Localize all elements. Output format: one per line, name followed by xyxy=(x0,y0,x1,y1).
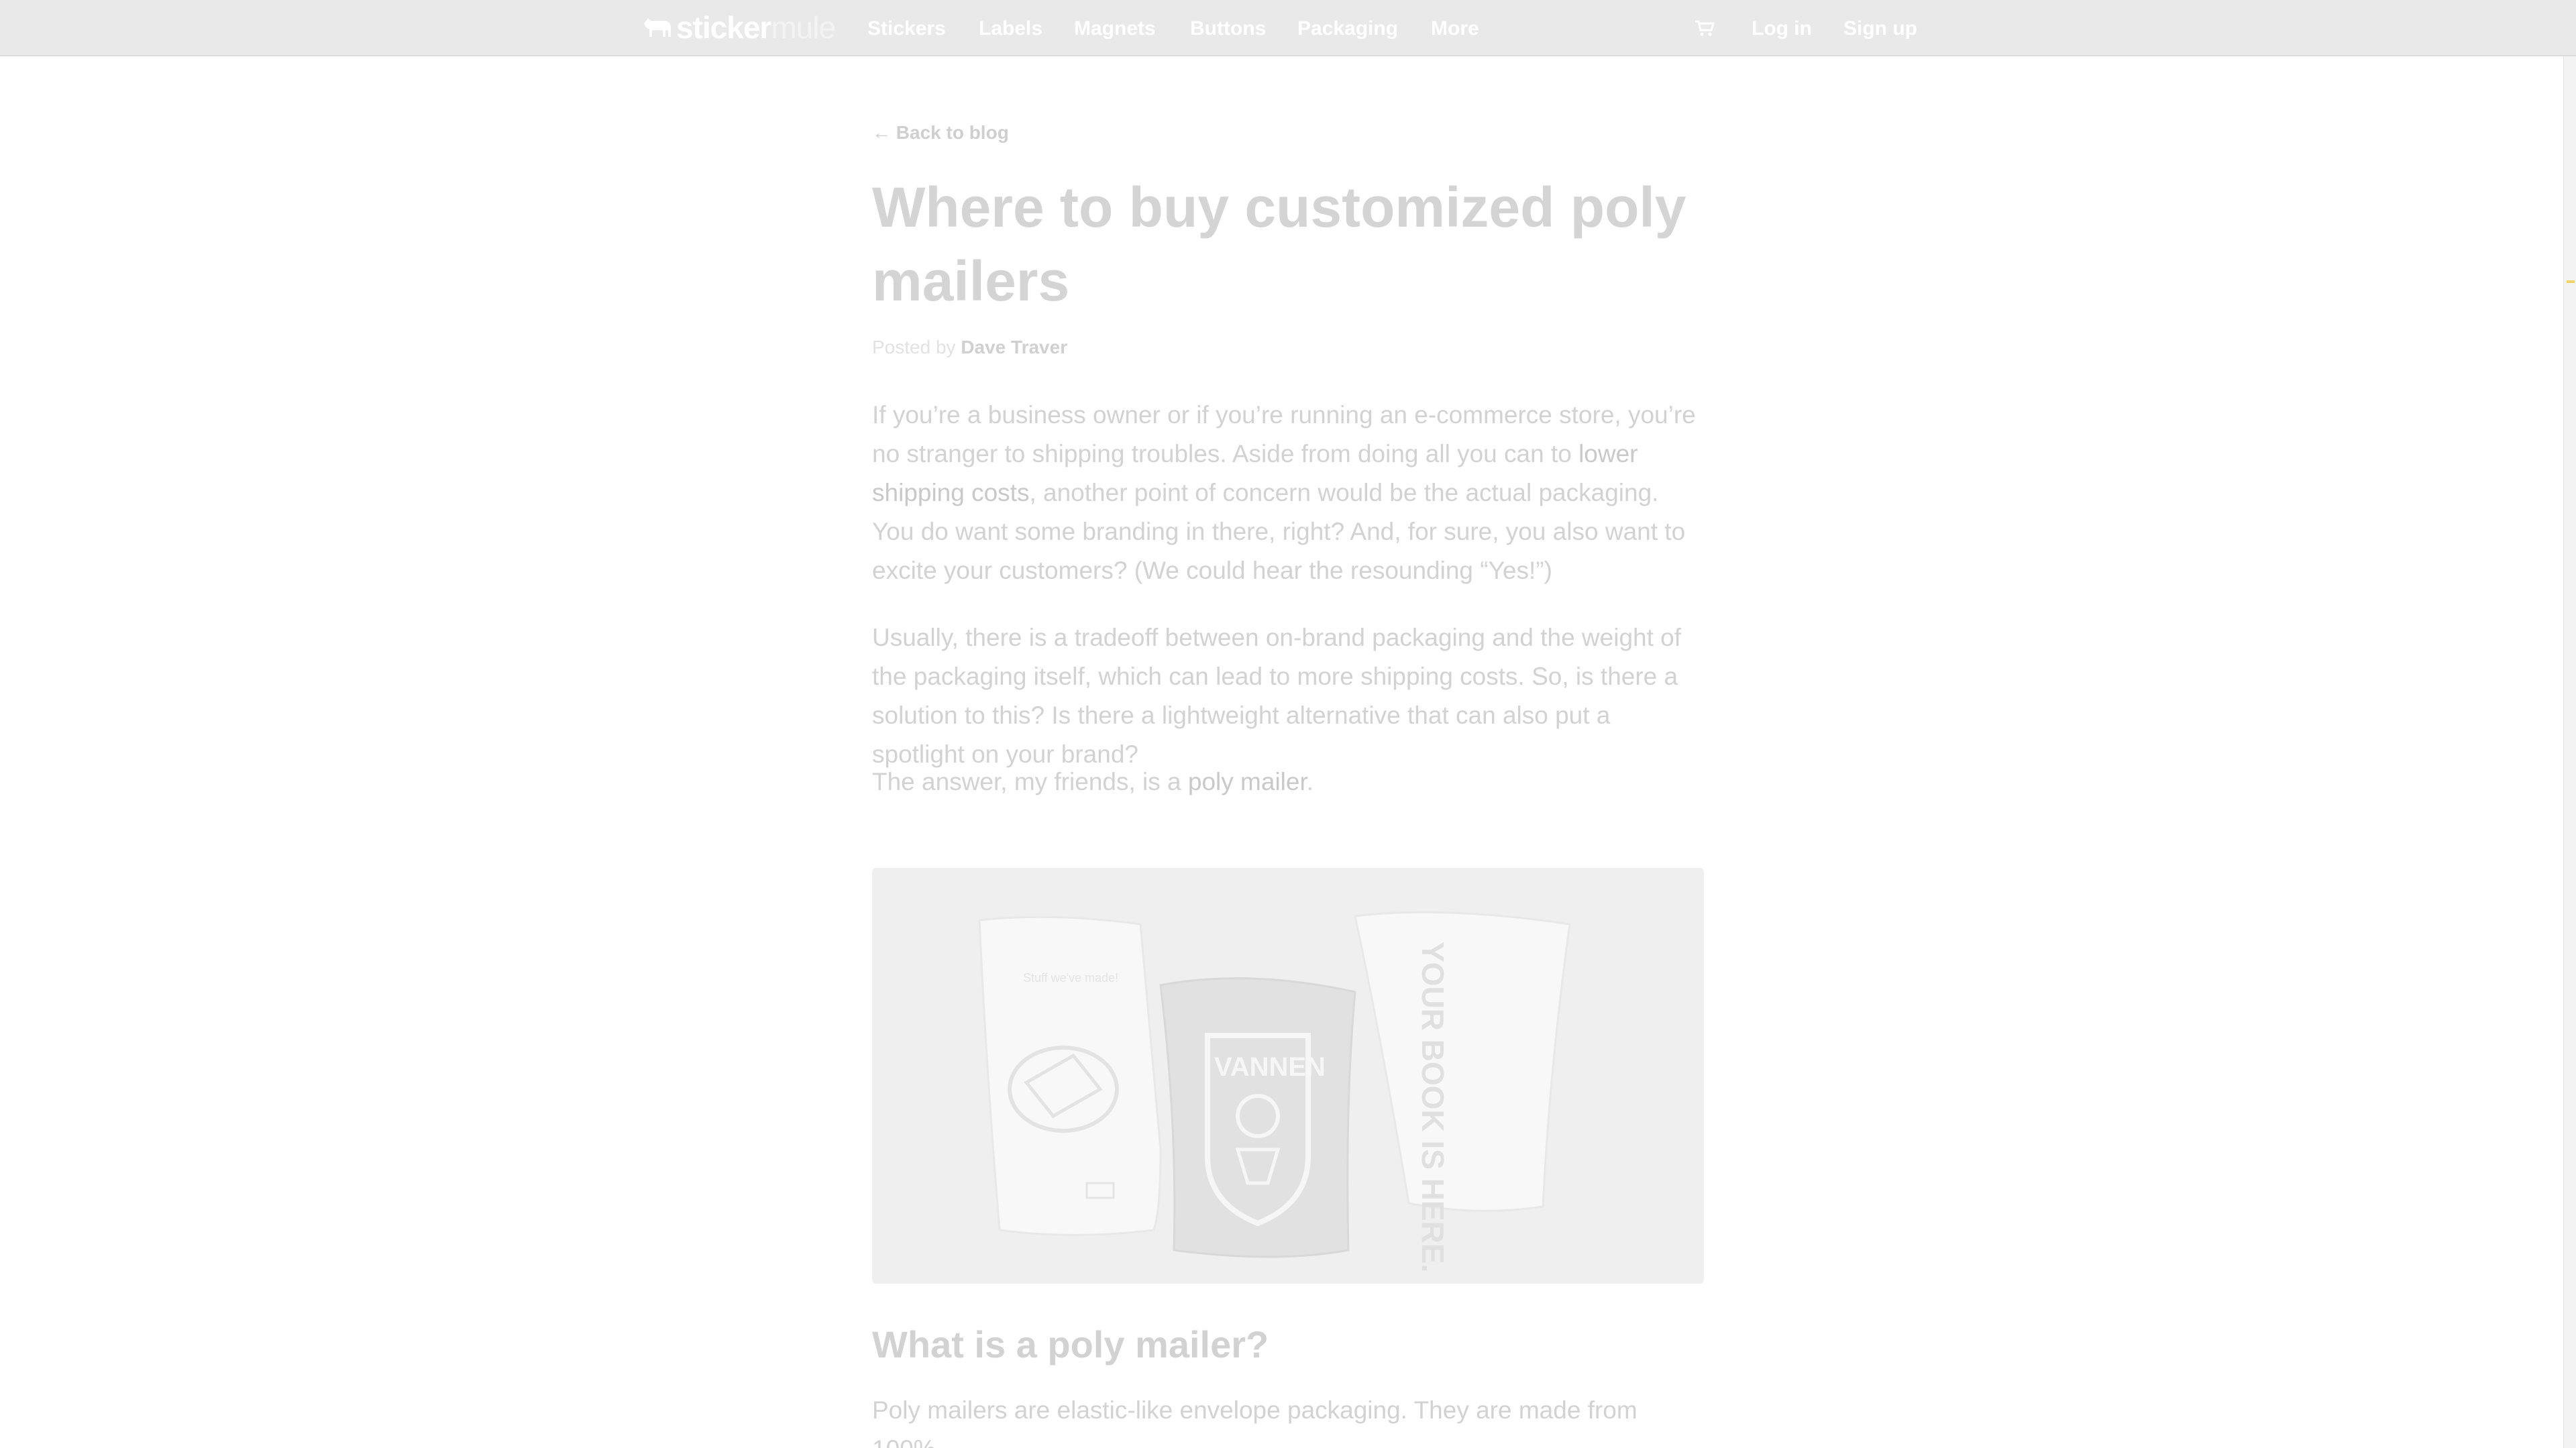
para3-text-b: . xyxy=(1306,768,1314,795)
sticker-mule-logo[interactable]: sticker mule xyxy=(641,9,836,46)
poly-mailer-link[interactable]: poly mailer xyxy=(1188,768,1307,795)
nav-labels[interactable]: Labels xyxy=(979,0,1042,56)
mule-icon xyxy=(644,18,671,37)
top-navigation-bar: sticker mule Stickers Labels Magnets Butt… xyxy=(0,0,2576,56)
back-to-blog-link[interactable]: ← Back to blog xyxy=(872,122,1009,144)
cart-icon[interactable] xyxy=(1695,19,1715,37)
byline-prefix: Posted by xyxy=(872,337,956,357)
intro-paragraph: If you’re a business owner or if you’re … xyxy=(872,396,1704,590)
nav-magnets[interactable]: Magnets xyxy=(1074,0,1156,56)
para1-text-a: If you’re a business owner or if you’re … xyxy=(872,401,1696,467)
byline: Posted by Dave Traver xyxy=(872,337,1067,358)
poly-mailers-illustration: Stuff we've made! YOUR BOOK IS HERE. VAN… xyxy=(978,911,1571,1272)
logo-text-mule: mule xyxy=(771,10,836,45)
nav-buttons[interactable]: Buttons xyxy=(1190,0,1266,56)
vertical-scrollbar[interactable] xyxy=(2563,56,2576,1448)
right-mailer-bag: YOUR BOOK IS HERE. xyxy=(1354,911,1571,1272)
article-title: Where to buy customized poly mailers xyxy=(872,176,1686,313)
para3-text-a: The answer, my friends, is a xyxy=(872,768,1188,795)
author-link[interactable]: Dave Traver xyxy=(961,337,1067,357)
right-bag-label: YOUR BOOK IS HERE. xyxy=(1415,942,1450,1272)
nav-more[interactable]: More xyxy=(1431,0,1479,56)
signup-link[interactable]: Sign up xyxy=(1843,0,1917,56)
poly-mailers-image: Stuff we've made! YOUR BOOK IS HERE. VAN… xyxy=(872,868,1704,1284)
center-bag-label: VANNEN xyxy=(1214,1052,1326,1082)
scrollbar-thumb[interactable] xyxy=(2567,280,2575,283)
poly-mailer-definition-paragraph: Poly mailers are elastic-like envelope p… xyxy=(872,1396,1638,1448)
answer-paragraph: The answer, my friends, is a poly mailer… xyxy=(872,763,1704,801)
tradeoff-paragraph: Usually, there is a tradeoff between on-… xyxy=(872,624,1682,768)
login-link[interactable]: Log in xyxy=(1752,0,1812,56)
left-mailer-bag: Stuff we've made! xyxy=(978,915,1162,1236)
section-heading-what-is-poly-mailer: What is a poly mailer? xyxy=(872,1323,1269,1366)
center-mailer-bag: VANNEN xyxy=(1159,977,1356,1258)
left-bag-label: Stuff we've made! xyxy=(1023,971,1118,985)
nav-stickers[interactable]: Stickers xyxy=(867,0,946,56)
logo-text-sticker: sticker xyxy=(676,10,771,45)
nav-packaging[interactable]: Packaging xyxy=(1297,0,1398,56)
